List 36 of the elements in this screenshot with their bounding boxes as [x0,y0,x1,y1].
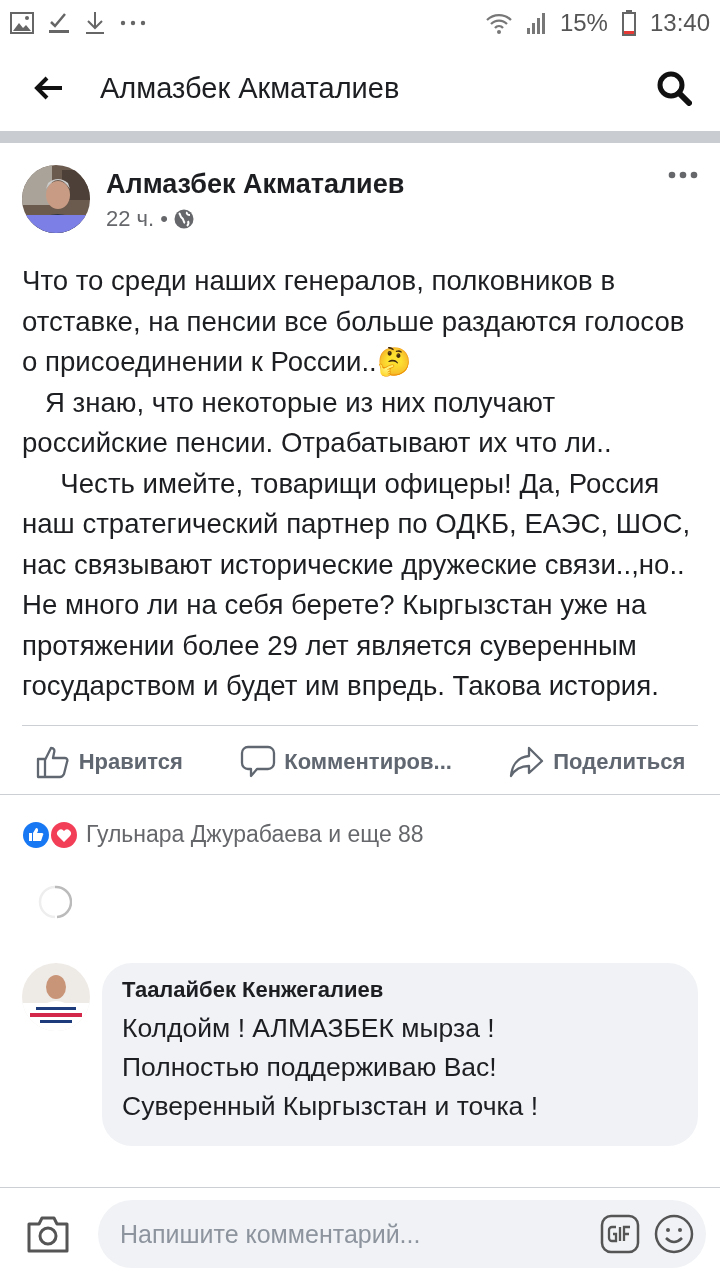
speech-bubble-icon [240,743,277,780]
wifi-icon [485,11,512,34]
comment-button[interactable]: Комментиров... [232,739,460,784]
gif-icon[interactable] [600,1214,640,1254]
share-button[interactable]: Поделиться [501,739,694,784]
reactions-summary[interactable]: Гульнара Джурабаева и еще 88 [86,821,424,848]
battery-percent: 15% [559,8,608,37]
post-text: Честь имейте, товарищи офицеры! Да, Россия наш стратегический партнер по ОДКБ, ЕАЭС, ШОС, нас связывают исторические дружеские связи..,но.. Не много ли на себя берете? Кыргызстан уже на протяжении более 29 лет является суверенным государством и будет им впредь. Такова история. [22,467,692,701]
clock: 13:40 [649,8,710,37]
smiley-icon[interactable] [654,1214,694,1254]
post-text: Я знаю, что некоторые из них получают российские пенсии. Отрабатывают их что ли.. [22,386,612,458]
more-icon[interactable] [668,171,698,179]
globe-icon [173,209,194,229]
post-time: 22 ч. [106,206,155,232]
comment-text: Суверенный Кыргызстан и точка ! [122,1089,540,1123]
signal-icon [525,11,546,34]
search-icon[interactable] [656,70,692,106]
camera-icon[interactable] [26,1214,70,1254]
comment-author[interactable]: Таалайбек Кенжегалиев [122,976,678,1003]
back-arrow-icon[interactable] [34,76,64,100]
loading-spinner-icon [38,884,72,919]
like-button[interactable]: Нравится [26,739,191,784]
download-icon [84,10,106,35]
comment-field[interactable]: Напишите комментарий... [98,1200,706,1268]
comment-text: Полностью поддерживаю Вас! [122,1050,498,1084]
check-icon [48,11,70,34]
image-icon [10,11,34,34]
author-name[interactable]: Алмазбек Акматалиев [106,169,652,200]
post-text: Что то среди наших генералов, полковников в отставке, на пенсии все больше раздаются голосов о присоединении к России..🤔 [22,265,686,377]
page-title: Алмазбек Акматалиев [100,71,401,105]
battery-icon [621,9,636,36]
comment-text: Колдойм ! АЛМАЗБЕК мырза ! [122,1011,496,1045]
separator-dot: • [160,206,168,232]
heart-reaction-icon [50,820,78,849]
like-reaction-icon [22,820,50,849]
more-icon [120,19,146,26]
